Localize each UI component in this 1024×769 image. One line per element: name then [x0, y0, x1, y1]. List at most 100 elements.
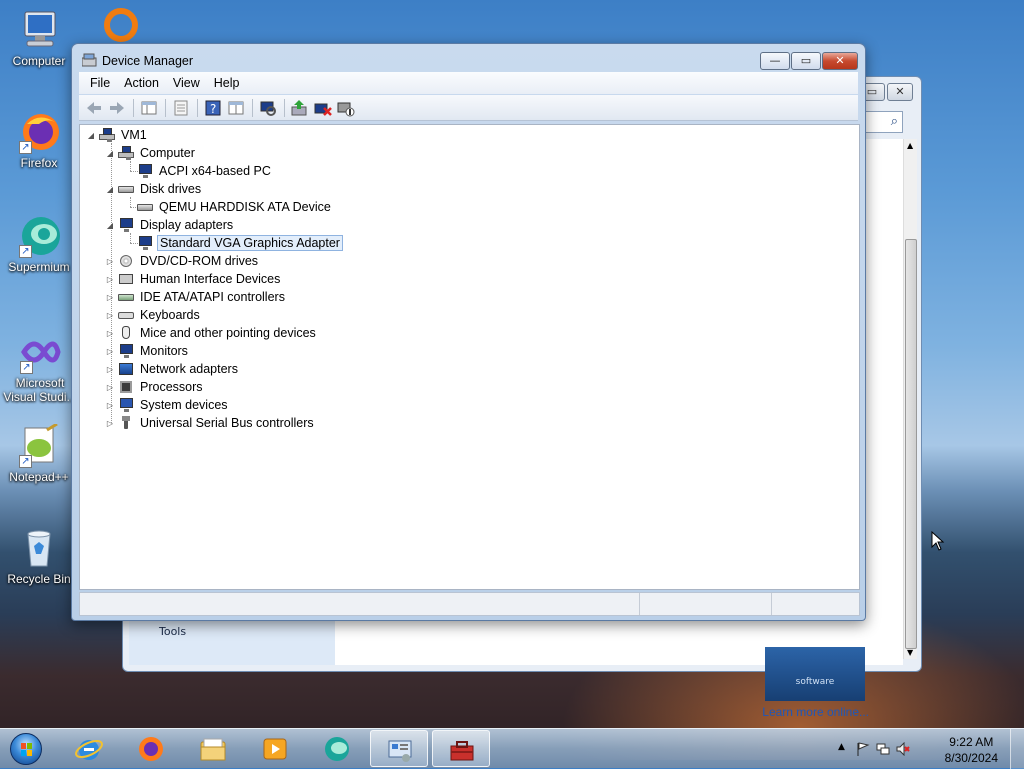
tree-category-hid[interactable]: ▷ Human Interface Devices: [105, 270, 282, 288]
tree-category-system-devices[interactable]: ▷ System devices: [105, 396, 230, 414]
tree-root[interactable]: ◢ VM1: [86, 126, 149, 144]
device-tree[interactable]: ◢ VM1 ◢ Computer ACPI x64-based PC ◢ Dis…: [79, 124, 860, 590]
status-cell: [80, 593, 640, 615]
tree-category-label: Disk drives: [140, 182, 202, 196]
expand-icon[interactable]: ▷: [105, 383, 115, 392]
dvd-drive-icon: [118, 254, 134, 268]
firefox-icon: [137, 735, 165, 763]
desktop-orange-ring-icon[interactable]: [102, 6, 140, 44]
collapse-icon[interactable]: ◢: [105, 185, 115, 194]
tree-device-qemu-harddisk[interactable]: QEMU HARDDISK ATA Device: [134, 198, 333, 216]
close-button[interactable]: ✕: [822, 52, 858, 70]
help-icon[interactable]: ?: [202, 98, 224, 118]
taskbar-media-player[interactable]: [246, 730, 304, 767]
keyboard-icon: [118, 308, 134, 322]
media-player-icon: [261, 735, 289, 763]
tree-category-mice[interactable]: ▷ Mice and other pointing devices: [105, 324, 318, 342]
tree-category-keyboards[interactable]: ▷ Keyboards: [105, 306, 202, 324]
collapse-icon[interactable]: ◢: [86, 131, 96, 140]
tree-category-label: System devices: [140, 398, 228, 412]
forward-icon[interactable]: [106, 98, 128, 118]
scan-hardware-icon[interactable]: [257, 98, 279, 118]
status-bar: [79, 592, 860, 616]
desktop-icon-label: Notepad++: [9, 470, 69, 484]
collapse-icon[interactable]: ◢: [105, 149, 115, 158]
tree-root-label: VM1: [121, 128, 147, 142]
minimize-button[interactable]: —: [760, 52, 790, 70]
expand-icon[interactable]: ▷: [105, 329, 115, 338]
disk-drive-icon: [118, 182, 134, 196]
collapse-icon[interactable]: ◢: [105, 221, 115, 230]
show-desktop-button[interactable]: [1010, 729, 1024, 769]
toolbar: ?: [79, 95, 858, 121]
tree-category-usb-controllers[interactable]: ▷ Universal Serial Bus controllers: [105, 414, 316, 432]
computer-icon: [17, 8, 61, 52]
scrollbar-thumb[interactable]: [905, 239, 917, 649]
scroll-down-icon[interactable]: ▼: [907, 648, 913, 657]
tree-device-acpi[interactable]: ACPI x64-based PC: [134, 162, 273, 180]
clock[interactable]: 9:22 AM 8/30/2024: [945, 734, 998, 766]
taskbar-file-explorer[interactable]: [184, 730, 242, 767]
back-icon[interactable]: [83, 98, 105, 118]
tree-category-computer[interactable]: ◢ Computer: [105, 144, 197, 162]
console-tree-icon[interactable]: [170, 98, 192, 118]
start-button[interactable]: [4, 731, 48, 767]
notepad-plus-plus-icon: ↗: [17, 422, 61, 468]
maximize-button[interactable]: ▭: [791, 52, 821, 70]
learn-more-link[interactable]: Learn more online...: [762, 705, 869, 719]
uninstall-icon[interactable]: [312, 98, 334, 118]
menu-view[interactable]: View: [166, 76, 207, 90]
taskbar-supermium[interactable]: [308, 730, 366, 767]
tree-category-processors[interactable]: ▷ Processors: [105, 378, 205, 396]
tree-category-ide-ata[interactable]: ▷ IDE ATA/ATAPI controllers: [105, 288, 287, 306]
tree-connector: [130, 161, 131, 171]
desktop-icon-recycle-bin[interactable]: Recycle Bin: [5, 526, 73, 586]
menu-action[interactable]: Action: [117, 76, 166, 90]
expand-icon[interactable]: ▷: [105, 401, 115, 410]
background-scrollbar[interactable]: ▲ ▼: [903, 139, 917, 659]
supermium-icon: ↗: [17, 214, 61, 258]
taskbar-control-panel[interactable]: [370, 730, 428, 767]
tree-category-disk-drives[interactable]: ◢ Disk drives: [105, 180, 203, 198]
menu-help[interactable]: Help: [207, 76, 247, 90]
desktop-icon-visual-studio[interactable]: ↗ Microsoft Visual Studi...: [3, 330, 77, 404]
taskbar: ▲ 9:22 AM 8/30/2024: [0, 728, 1024, 769]
update-driver-icon[interactable]: [289, 98, 311, 118]
network-icon[interactable]: [876, 742, 890, 756]
close-icon[interactable]: ✕: [887, 83, 913, 101]
device-manager-window[interactable]: Device Manager — ▭ ✕ File Action View He…: [71, 43, 866, 621]
expand-icon[interactable]: ▷: [105, 275, 115, 284]
disable-device-icon[interactable]: [335, 98, 357, 118]
desktop-icon-label: Recycle Bin: [7, 572, 71, 586]
desktop-icon-computer[interactable]: Computer: [5, 8, 73, 68]
tree-category-label: Human Interface Devices: [140, 272, 281, 286]
expand-icon[interactable]: ▷: [105, 419, 115, 428]
expand-icon[interactable]: ▷: [105, 347, 115, 356]
volume-muted-icon[interactable]: [896, 741, 910, 757]
desktop-icon-supermium[interactable]: ↗ Supermium: [5, 214, 73, 274]
action-center-flag-icon[interactable]: [856, 742, 870, 756]
tree-category-dvd-cd-rom[interactable]: ▷ DVD/CD-ROM drives: [105, 252, 260, 270]
internet-explorer-icon: [75, 735, 103, 763]
desktop-icon-notepad-plus-plus[interactable]: ↗ Notepad++: [5, 422, 73, 484]
tree-category-label: Mice and other pointing devices: [140, 326, 316, 340]
expand-icon[interactable]: ▷: [105, 257, 115, 266]
show-hidden-icons-icon[interactable]: ▲: [838, 742, 852, 756]
expand-icon[interactable]: ▷: [105, 311, 115, 320]
action-pane-icon[interactable]: [225, 98, 247, 118]
tree-device-standard-vga[interactable]: Standard VGA Graphics Adapter: [134, 234, 343, 252]
tree-category-monitors[interactable]: ▷ Monitors: [105, 342, 190, 360]
expand-icon[interactable]: ▷: [105, 293, 115, 302]
taskbar-firefox[interactable]: [122, 730, 180, 767]
tree-category-display-adapters[interactable]: ◢ Display adapters: [105, 216, 235, 234]
taskbar-internet-explorer[interactable]: [60, 730, 118, 767]
menu-file[interactable]: File: [83, 76, 117, 90]
scroll-up-icon[interactable]: ▲: [907, 141, 913, 150]
tree-category-network-adapters[interactable]: ▷ Network adapters: [105, 360, 240, 378]
title-bar[interactable]: Device Manager — ▭ ✕: [72, 44, 865, 72]
properties-view-icon[interactable]: [138, 98, 160, 118]
desktop-icon-firefox[interactable]: ↗ Firefox: [5, 110, 73, 170]
taskbar-device-manager[interactable]: [432, 730, 490, 767]
firefox-icon: ↗: [17, 110, 61, 154]
expand-icon[interactable]: ▷: [105, 365, 115, 374]
